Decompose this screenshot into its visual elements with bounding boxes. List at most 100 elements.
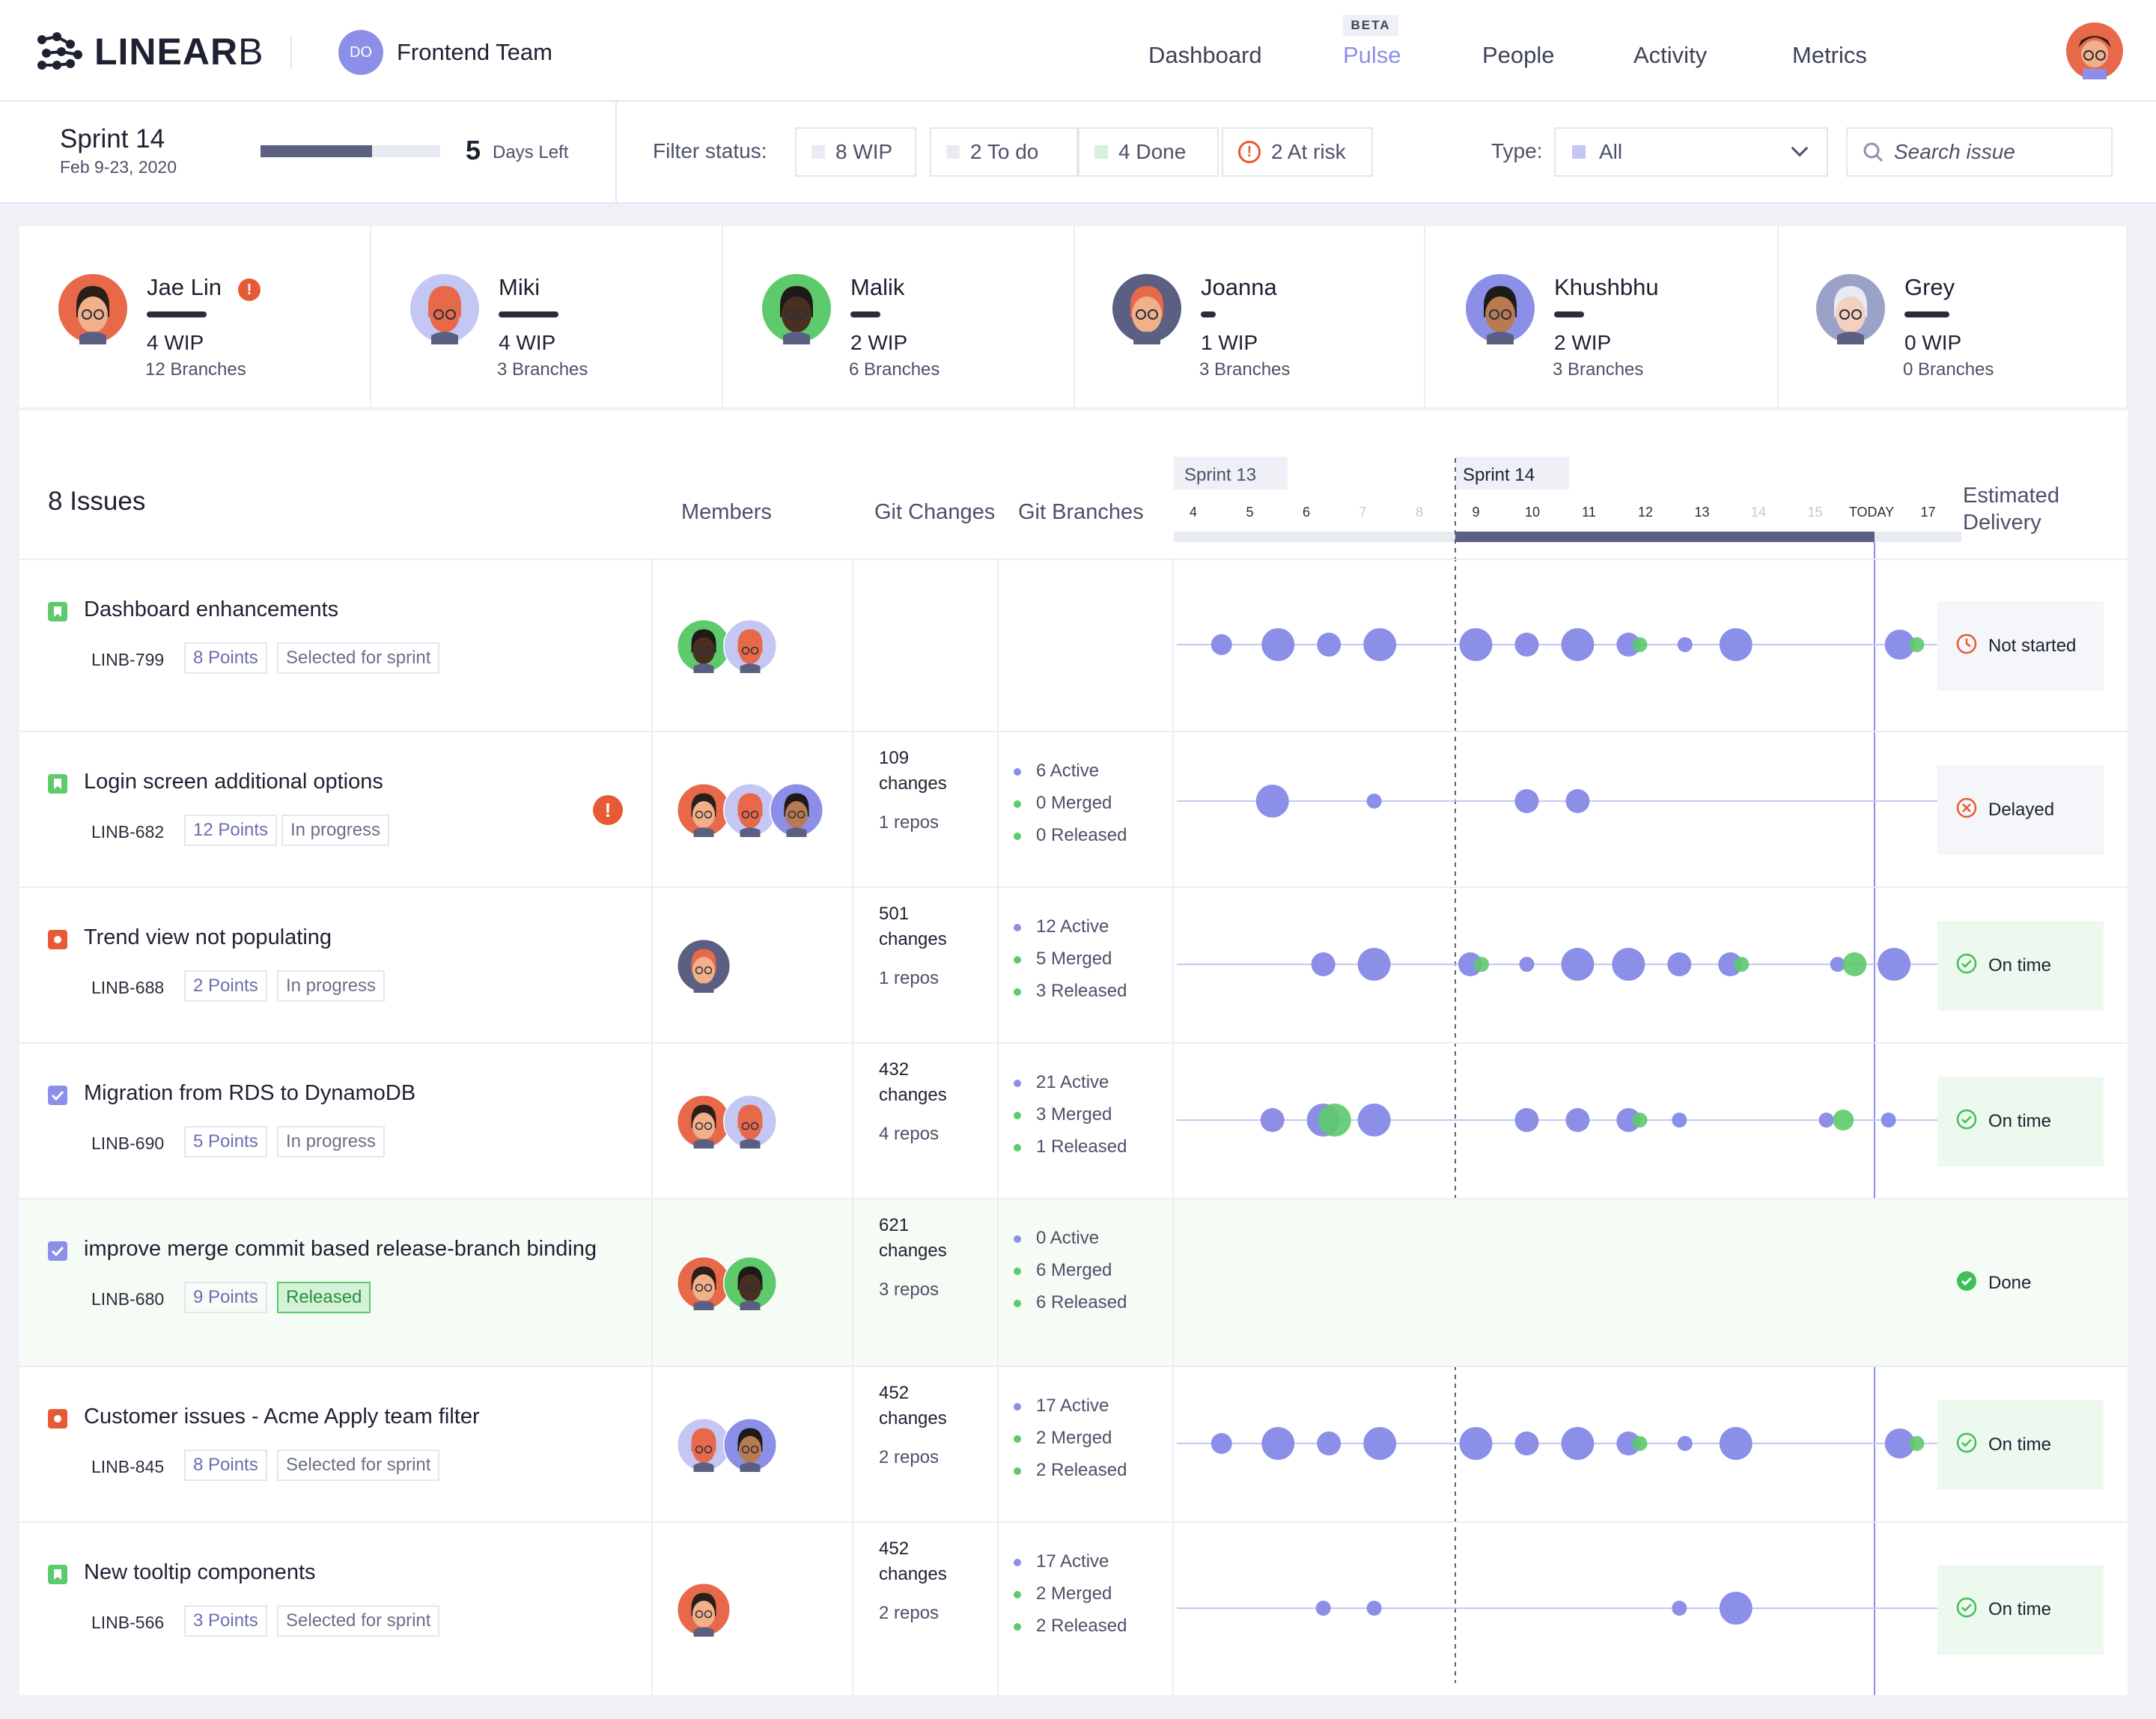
issue-title[interactable]: New tooltip components — [84, 1560, 316, 1585]
delivery-status[interactable]: Delayed — [1937, 765, 2104, 855]
issue-key[interactable]: LINB-799 — [91, 650, 164, 670]
person-wip: 4 WIP — [499, 331, 556, 354]
day-tick-label: 13 — [1694, 505, 1709, 520]
delivery-label: On time — [1988, 955, 2052, 976]
delivery-status[interactable]: Not started — [1937, 601, 2104, 691]
delivery-status[interactable]: On time — [1937, 1565, 2104, 1655]
issue-key[interactable]: LINB-680 — [91, 1289, 164, 1309]
nav-activity[interactable]: Activity — [1633, 42, 1707, 69]
changes-label: changes — [879, 1085, 947, 1105]
issue-status[interactable]: In progress — [281, 815, 390, 846]
issue-key[interactable]: LINB-845 — [91, 1457, 164, 1477]
issue-row[interactable]: Login screen additional options LINB-682 1… — [19, 731, 2128, 888]
issue-status[interactable]: Released — [277, 1282, 371, 1313]
branch-count-label: 6 Released — [1036, 1292, 1127, 1312]
delivery-status[interactable]: On time — [1937, 1400, 2104, 1490]
issue-row[interactable]: Dashboard enhancements LINB-799 8 Points Se… — [19, 559, 2128, 732]
nav-pulse[interactable]: Pulse — [1343, 42, 1401, 69]
member-avatar[interactable] — [770, 783, 823, 837]
ontime-icon — [1955, 1432, 1978, 1459]
status-dot — [1014, 923, 1021, 931]
issue-status[interactable]: Selected for sprint — [277, 1449, 440, 1481]
issue-row[interactable]: New tooltip components LINB-566 3 Points Se… — [19, 1521, 2128, 1697]
linearb-logo[interactable]: LINEARB — [36, 30, 264, 73]
issue-title[interactable]: Migration from RDS to DynamoDB — [84, 1081, 415, 1106]
issue-key[interactable]: LINB-682 — [91, 822, 164, 842]
type-label: Type: — [1491, 139, 1543, 162]
branch-count-label: 1 Released — [1036, 1137, 1127, 1157]
column-divider — [852, 560, 853, 732]
member-avatar[interactable] — [723, 1256, 777, 1310]
filter-chip-done[interactable]: 4 Done — [1078, 127, 1219, 177]
git-changes: 452 changes 2 repos — [879, 1536, 947, 1626]
person-card[interactable]: Grey 0 WIP 0 Branches — [1777, 226, 2128, 407]
search-input[interactable]: Search issue — [1846, 127, 2113, 177]
delivery-status[interactable]: On time — [1937, 1077, 2104, 1166]
top-navigation: LINEARB DO Frontend Team Dashboard BETA … — [0, 0, 2156, 102]
member-avatar[interactable] — [723, 1418, 777, 1472]
issue-points: 12 Points — [184, 815, 278, 846]
issue-status[interactable]: In progress — [277, 970, 386, 1002]
person-card[interactable]: Malik 2 WIP 6 Branches — [723, 226, 1075, 407]
sprint-14-label: Sprint 14 — [1455, 457, 1569, 490]
person-card[interactable]: Miki 4 WIP 3 Branches — [371, 226, 723, 407]
branch-released: 2 Released — [1014, 1610, 1127, 1642]
issue-title[interactable]: Customer issues - Acme Apply team filter — [84, 1405, 480, 1429]
issue-row[interactable]: Migration from RDS to DynamoDB LINB-690 5 … — [19, 1042, 2128, 1199]
issue-points: 5 Points — [184, 1126, 267, 1157]
team-name[interactable]: Frontend Team — [397, 39, 552, 66]
sprint-title[interactable]: Sprint 14 — [60, 124, 165, 154]
member-avatar[interactable] — [677, 1583, 731, 1637]
changes-label: changes — [879, 773, 947, 794]
git-changes: 452 changes 2 repos — [879, 1381, 947, 1470]
issue-status[interactable]: Selected for sprint — [277, 642, 440, 674]
filter-chip-todo[interactable]: 2 To do — [930, 127, 1078, 177]
issue-type-icon — [48, 774, 67, 794]
nav-dashboard[interactable]: Dashboard — [1148, 42, 1262, 69]
issue-status[interactable]: Selected for sprint — [277, 1605, 440, 1637]
member-avatar[interactable] — [677, 939, 731, 993]
logo-text: LINEAR — [94, 31, 239, 73]
person-avatar[interactable] — [57, 273, 129, 344]
member-avatar[interactable] — [723, 619, 777, 673]
day-tick-label: TODAY — [1849, 505, 1894, 520]
status-dot — [1014, 1622, 1021, 1631]
branch-active: 21 Active — [1014, 1066, 1127, 1098]
issue-row[interactable]: Trend view not populating LINB-688 2 Point… — [19, 886, 2128, 1044]
user-avatar[interactable] — [2066, 22, 2123, 79]
filter-chip-at-risk[interactable]: ! 2 At risk — [1222, 127, 1373, 177]
toolbar-divider — [615, 102, 617, 204]
person-avatar[interactable] — [761, 273, 832, 344]
column-divider — [651, 1367, 653, 1523]
issue-title[interactable]: Trend view not populating — [84, 925, 332, 950]
nav-people[interactable]: People — [1482, 42, 1555, 69]
person-avatar[interactable] — [1464, 273, 1536, 344]
team-avatar[interactable]: DO — [338, 30, 383, 75]
person-avatar[interactable] — [1815, 273, 1886, 344]
issue-status[interactable]: In progress — [277, 1126, 386, 1157]
done-icon — [1955, 1270, 1978, 1297]
issue-key[interactable]: LINB-690 — [91, 1134, 164, 1154]
issue-title[interactable]: Login screen additional options — [84, 770, 383, 794]
member-avatar[interactable] — [723, 1095, 777, 1148]
person-avatar[interactable] — [409, 273, 481, 344]
delivery-status[interactable]: Done — [1937, 1238, 2104, 1328]
status-dot — [1014, 1402, 1021, 1411]
person-card[interactable]: Jae Lin! 4 WIP 12 Branches — [19, 226, 371, 407]
delivery-status[interactable]: On time — [1937, 921, 2104, 1011]
filter-chip-wip[interactable]: 8 WIP — [795, 127, 916, 177]
issue-title[interactable]: improve merge commit based release-branc… — [84, 1237, 597, 1262]
issue-key[interactable]: LINB-566 — [91, 1613, 164, 1633]
issue-title[interactable]: Dashboard enhancements — [84, 597, 338, 622]
person-avatar[interactable] — [1111, 273, 1183, 344]
person-card[interactable]: Joanna 1 WIP 3 Branches — [1074, 226, 1425, 407]
changes-count: 452 — [879, 1383, 910, 1403]
issue-key[interactable]: LINB-688 — [91, 978, 164, 998]
issue-type-icon — [48, 1565, 67, 1584]
issue-row[interactable]: improve merge commit based release-branc… — [19, 1198, 2128, 1367]
git-changes: 621 changes 3 repos — [879, 1213, 947, 1303]
issue-row[interactable]: Customer issues - Acme Apply team filter… — [19, 1366, 2128, 1523]
person-card[interactable]: Khushbhu 2 WIP 3 Branches — [1427, 226, 1779, 407]
type-select[interactable]: All — [1554, 127, 1828, 177]
nav-metrics[interactable]: Metrics — [1792, 42, 1867, 69]
